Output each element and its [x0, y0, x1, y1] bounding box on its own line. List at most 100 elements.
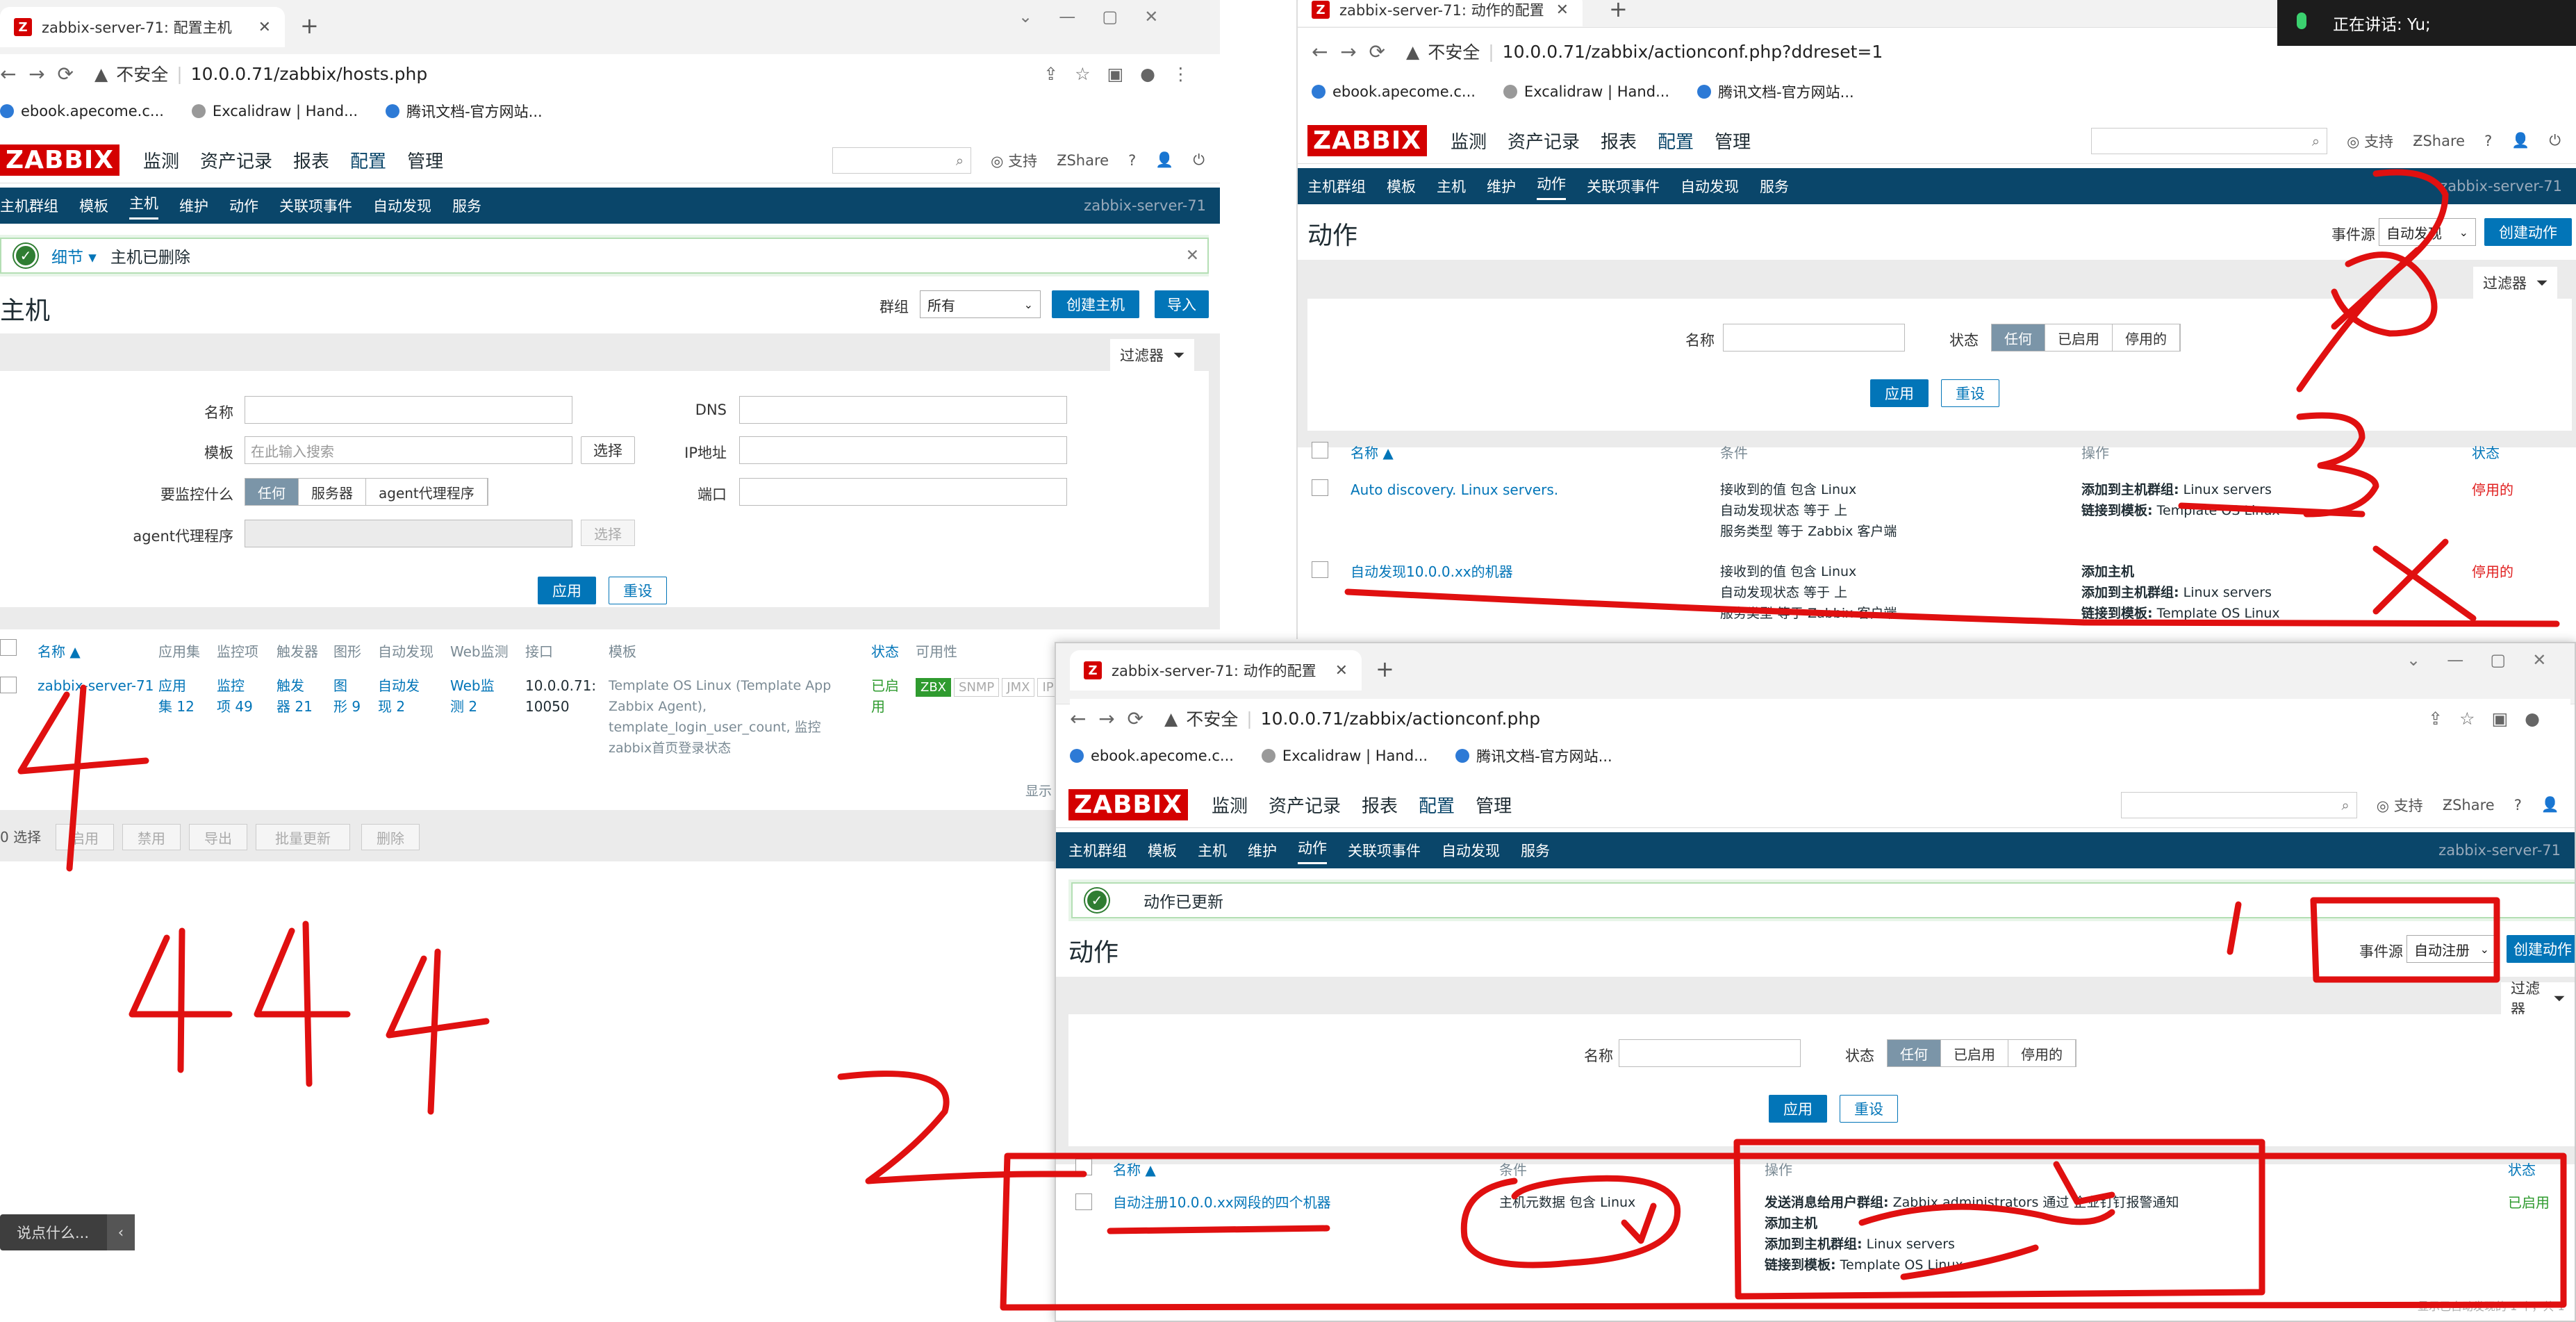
address-bar[interactable]: ← → ⟳ ▲ 不安全 | 10.0.0.71/zabbix/hosts.php…: [0, 54, 1220, 93]
bookmark-item[interactable]: Excalidraw | Hand...: [191, 103, 358, 119]
action-name-link[interactable]: 自动发现10.0.0.xx的机器: [1351, 561, 1513, 582]
close-icon[interactable]: ✕: [1335, 662, 1348, 679]
support-link[interactable]: ◎ 支持: [2377, 795, 2423, 816]
apply-button[interactable]: 应用: [1870, 379, 1929, 407]
col-name[interactable]: 名称 ▲: [1351, 442, 1394, 462]
template-line[interactable]: zabbix首页登录状态: [609, 738, 831, 759]
action-name-link[interactable]: 自动注册10.0.0.xx网段的四个机器: [1113, 1192, 1331, 1213]
menu-monitoring[interactable]: 监测: [1212, 792, 1248, 818]
user-icon[interactable]: 👤: [1155, 151, 1173, 169]
status-link[interactable]: 停用的: [2472, 561, 2513, 582]
toolbar-icons[interactable]: ⇪☆▣●: [2428, 709, 2557, 729]
web-link[interactable]: Web监测 2: [450, 675, 495, 717]
name-input[interactable]: [1619, 1039, 1801, 1067]
submenu-actions[interactable]: 动作: [229, 195, 258, 216]
select-all-checkbox[interactable]: [0, 639, 17, 656]
template-line[interactable]: template_login_user_count, 监控: [609, 717, 831, 738]
template-line[interactable]: Zabbix Agent),: [609, 696, 831, 717]
create-host-button[interactable]: 创建主机: [1052, 290, 1139, 318]
col-status[interactable]: 状态: [2508, 1159, 2536, 1179]
bookmark-item[interactable]: Excalidraw | Hand...: [1261, 747, 1428, 764]
apps-link[interactable]: 应用集 12: [158, 675, 195, 717]
help-icon[interactable]: ?: [2514, 797, 2522, 813]
submenu-maintenance[interactable]: 维护: [1487, 176, 1516, 197]
create-action-button[interactable]: 创建动作: [2507, 935, 2575, 963]
support-link[interactable]: ◎ 支持: [2347, 131, 2393, 151]
submenu-actions[interactable]: 动作: [1298, 837, 1327, 864]
status-disabled[interactable]: 停用的: [2113, 324, 2180, 351]
support-link[interactable]: ◎ 支持: [991, 150, 1037, 171]
menu-inventory[interactable]: 资产记录: [1269, 792, 1341, 818]
collapse-icon[interactable]: ‹: [107, 1214, 135, 1250]
col-name[interactable]: 名称 ▲: [1113, 1159, 1156, 1179]
filter-tab[interactable]: 过滤器 ⏷: [2473, 267, 2558, 299]
graphs-link[interactable]: 图形 9: [333, 675, 361, 717]
nav-icons[interactable]: ← → ⟳: [1070, 707, 1143, 730]
monitor-proxy[interactable]: agent代理程序: [366, 479, 488, 505]
submenu-hostgroups[interactable]: 主机群组: [0, 195, 58, 216]
new-tab-icon[interactable]: +: [300, 13, 319, 39]
submenu-templates[interactable]: 模板: [1387, 176, 1416, 197]
port-input[interactable]: [739, 478, 1067, 506]
new-tab-icon[interactable]: +: [1609, 0, 1628, 22]
menu-reports[interactable]: 报表: [293, 147, 329, 173]
status-link[interactable]: 已启用: [2508, 1192, 2550, 1213]
close-icon[interactable]: ✕: [1186, 247, 1199, 265]
triggers-link[interactable]: 触发器 21: [276, 675, 313, 717]
close-icon[interactable]: ✕: [258, 19, 271, 36]
submenu-templates[interactable]: 模板: [1148, 840, 1177, 861]
status-enabled[interactable]: 已启用: [1941, 1040, 2008, 1066]
logout-icon[interactable]: ⏻: [2549, 132, 2561, 149]
submenu-services[interactable]: 服务: [452, 195, 481, 216]
submenu-correlation[interactable]: 关联项事件: [1348, 840, 1421, 861]
action-name-link[interactable]: Auto discovery. Linux servers.: [1351, 479, 1558, 500]
bookmark-item[interactable]: 腾讯文档-官方网站...: [1697, 81, 1854, 102]
submenu-hostgroups[interactable]: 主机群组: [1307, 176, 1366, 197]
menu-configuration[interactable]: 配置: [1419, 792, 1455, 818]
submenu-maintenance[interactable]: 维护: [1248, 840, 1277, 861]
share-link[interactable]: ƵShare: [2413, 133, 2465, 149]
submenu-correlation[interactable]: 关联项事件: [279, 195, 352, 216]
reset-button[interactable]: 重设: [1840, 1095, 1898, 1123]
submenu-discovery[interactable]: 自动发现: [1681, 176, 1739, 197]
apply-button[interactable]: 应用: [1769, 1095, 1827, 1123]
submenu-templates[interactable]: 模板: [79, 195, 108, 216]
submenu-discovery[interactable]: 自动发现: [1442, 840, 1500, 861]
chat-input[interactable]: 说点什么... ‹: [0, 1214, 135, 1250]
share-link[interactable]: ƵShare: [1057, 152, 1109, 169]
address-bar[interactable]: ← → ⟳ ▲ 不安全 | 10.0.0.71/zabbix/actioncon…: [1070, 699, 2570, 738]
filter-tab[interactable]: 过滤器 ⏷: [2501, 980, 2575, 1018]
search-input[interactable]: ⌕: [2091, 127, 2328, 154]
menu-configuration[interactable]: 配置: [350, 147, 386, 173]
create-action-button[interactable]: 创建动作: [2484, 218, 2572, 246]
submenu-hosts[interactable]: 主机: [129, 192, 158, 220]
user-icon[interactable]: 👤: [2511, 132, 2529, 149]
url-text[interactable]: 10.0.0.71/zabbix/hosts.php: [191, 64, 428, 84]
new-tab-icon[interactable]: +: [1376, 656, 1394, 682]
template-input[interactable]: 在此输入搜索: [245, 436, 572, 464]
zabbix-logo[interactable]: ZABBIX: [1068, 789, 1188, 820]
ip-input[interactable]: [739, 436, 1067, 464]
zabbix-logo[interactable]: ZABBIX: [1307, 125, 1427, 156]
menu-inventory[interactable]: 资产记录: [200, 147, 272, 173]
items-link[interactable]: 监控项 49: [217, 675, 253, 717]
event-source-select[interactable]: 自动发现 ⌄: [2379, 218, 2476, 246]
menu-administration[interactable]: 管理: [1476, 792, 1512, 818]
monitor-any[interactable]: 任何: [245, 479, 299, 505]
col-status[interactable]: 状态: [2472, 442, 2500, 462]
row-checkbox[interactable]: [1312, 479, 1328, 496]
row-checkbox[interactable]: [0, 677, 17, 693]
discovery-link[interactable]: 自动发现 2: [378, 675, 420, 717]
status-any[interactable]: 任何: [1992, 324, 2045, 351]
menu-monitoring[interactable]: 监测: [143, 147, 179, 173]
apply-button[interactable]: 应用: [538, 577, 596, 604]
bookmark-item[interactable]: ebook.apecome.c...: [0, 103, 164, 119]
status-link[interactable]: 已启用: [871, 675, 899, 717]
event-source-select[interactable]: 自动注册 ⌄: [2406, 935, 2497, 963]
col-status[interactable]: 状态: [871, 641, 899, 661]
nav-icons[interactable]: ← → ⟳: [1312, 40, 1385, 63]
submenu-hosts[interactable]: 主机: [1437, 176, 1466, 197]
submenu-actions[interactable]: 动作: [1537, 173, 1566, 200]
status-link[interactable]: 停用的: [2472, 479, 2513, 500]
filter-tab[interactable]: 过滤器 ⏷: [1110, 339, 1195, 371]
